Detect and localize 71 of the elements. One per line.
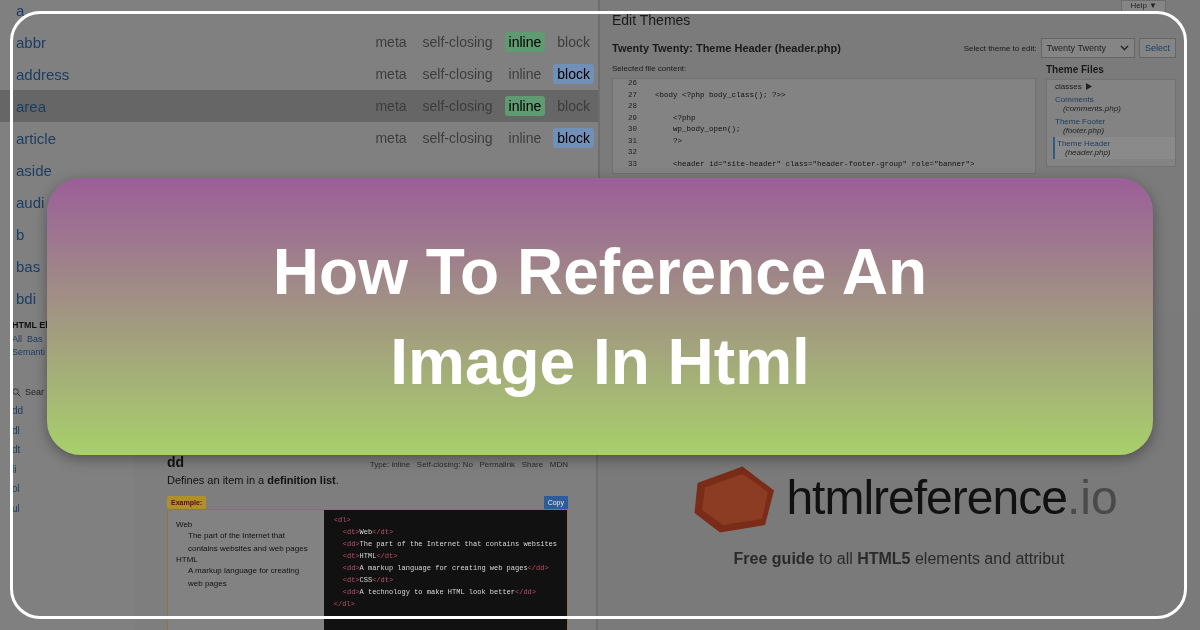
element-row[interactable]: aside: [0, 154, 54, 186]
folder-name: classes: [1055, 82, 1082, 91]
files-title: Theme Files: [1046, 64, 1105, 75]
content-label: Selected file content:: [612, 64, 688, 73]
file-item[interactable]: Theme Header (header.php): [1053, 137, 1175, 159]
element-row[interactable]: b: [0, 218, 27, 250]
element-row[interactable]: address meta self-closing inline block: [0, 58, 598, 90]
element-name: b: [16, 225, 25, 243]
element-row[interactable]: audi: [0, 186, 47, 218]
file-path: (header.php): [1064, 148, 1112, 157]
definition-text: The part of the Internet that contains websites and web pages: [187, 530, 309, 555]
term-text: Web: [176, 520, 194, 529]
element-name: audi: [16, 193, 45, 211]
element-tag: block: [553, 128, 594, 148]
element-name: aside: [16, 161, 52, 179]
element-tag: self-closing: [418, 64, 497, 84]
file-path: (comments.php): [1062, 104, 1122, 113]
element-name: article: [16, 129, 56, 147]
definition-text: A markup language for creating web pages: [187, 565, 301, 590]
banner-title: How To Reference An: [272, 234, 928, 310]
element-tag: inline: [504, 128, 546, 148]
file-path: (footer.php): [1062, 126, 1106, 135]
sidebar-item[interactable]: li: [12, 463, 17, 483]
element-tag: self-closing: [418, 32, 497, 52]
element-name: area: [16, 97, 47, 115]
element-row[interactable]: bdi: [0, 282, 39, 312]
element-tag: self-closing: [418, 128, 497, 148]
banner-title: Image In Html: [390, 324, 810, 400]
file-item[interactable]: Comments (comments.php): [1053, 93, 1175, 115]
file-name: Comments: [1055, 95, 1095, 104]
element-tag: inline: [504, 96, 546, 116]
file-title: Twenty Twenty: Theme Header (header.php): [612, 42, 841, 54]
element-row[interactable]: bas: [0, 250, 43, 282]
element-tag: meta: [371, 32, 411, 52]
element-name: bas: [16, 257, 41, 275]
expand-icon: [1085, 83, 1092, 90]
page-title: Edit Themes: [612, 12, 692, 28]
element-tag: block: [553, 32, 594, 52]
element-name: address: [16, 65, 70, 83]
chevron-icon: [1120, 45, 1129, 51]
element-heading: dd: [167, 454, 185, 470]
element-row[interactable]: a: [0, 0, 27, 26]
element-tag: meta: [371, 64, 411, 84]
file-name: Theme Header: [1057, 139, 1112, 148]
theme-select[interactable]: Twenty Twenty: [1040, 38, 1135, 58]
element-name: bdi: [16, 289, 37, 307]
search-icon: [12, 387, 21, 397]
element-row[interactable]: abbr meta self-closing inline block: [0, 26, 598, 58]
filter-link[interactable]: Semanti: [12, 347, 46, 357]
select-label: Select theme to edit:: [963, 43, 1037, 53]
term-text: HTML: [176, 555, 199, 564]
sidebar-item[interactable]: ul: [12, 502, 20, 522]
element-meta: Type: inline Self-closing: No Permalink Share MDN: [369, 460, 568, 469]
element-tag: block: [553, 64, 594, 84]
filter-link[interactable]: Bas: [27, 334, 43, 344]
sidebar-title: HTML El: [12, 320, 48, 330]
element-tag: inline: [504, 32, 546, 52]
element-tag: inline: [504, 64, 546, 84]
search-field[interactable]: Sear: [12, 387, 44, 397]
file-name: Theme Footer: [1055, 117, 1107, 126]
element-tag: meta: [371, 128, 411, 148]
file-item[interactable]: classes: [1053, 80, 1175, 93]
file-item[interactable]: Theme Footer (footer.php): [1053, 115, 1175, 137]
element-name: a: [16, 1, 25, 19]
element-row[interactable]: article meta self-closing inline block: [0, 122, 598, 154]
element-name: abbr: [16, 33, 47, 51]
brand-tagline: Free guide to all HTML5 elements and attribut: [733, 550, 1065, 568]
help-tab[interactable]: Help ▼: [1121, 0, 1166, 12]
brand-name: htmlreference: [786, 472, 1067, 524]
element-description: Defines an item in a definition list.: [167, 474, 340, 486]
select-button[interactable]: Select: [1139, 38, 1176, 58]
